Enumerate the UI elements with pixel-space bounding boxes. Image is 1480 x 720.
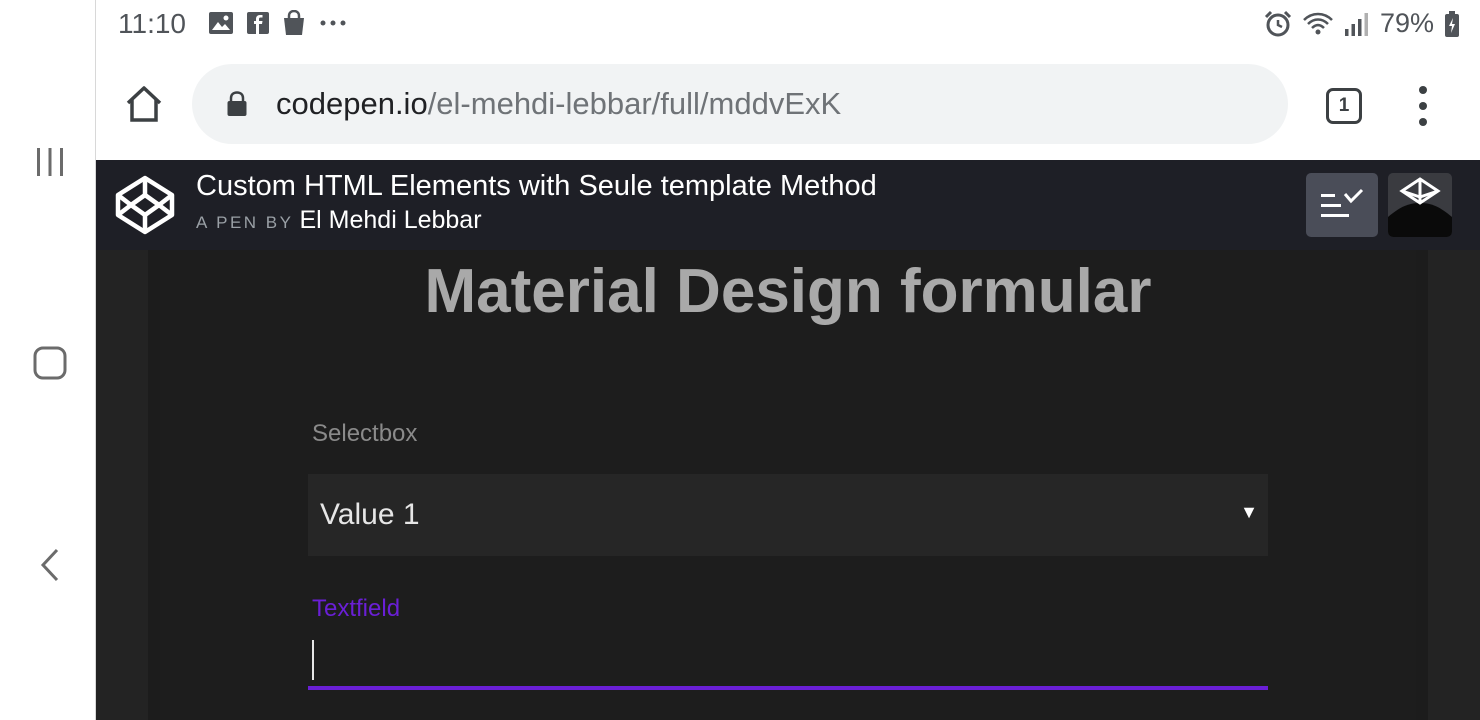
wifi-icon xyxy=(1303,12,1333,34)
pen-byline: A PEN BY El Mehdi Lebbar xyxy=(196,206,482,235)
alarm-icon xyxy=(1264,10,1292,36)
screen: 11:10 79% codepen.io/el-mehdi-lebbar/ful… xyxy=(0,0,1480,720)
battery-icon xyxy=(1445,10,1459,37)
selectbox-value: Value 1 xyxy=(320,498,420,531)
layout-list-icon xyxy=(1321,188,1364,217)
status-bar: 11:10 79% xyxy=(96,0,1480,50)
signal-icon xyxy=(1344,12,1368,36)
address-bar[interactable]: codepen.io/el-mehdi-lebbar/full/mddvExK xyxy=(192,64,1288,144)
back-button[interactable] xyxy=(30,545,70,585)
codepen-logo-icon[interactable] xyxy=(114,174,176,236)
url-path: /el-mehdi-lebbar/full/mddvExK xyxy=(427,86,842,121)
home-square-icon xyxy=(33,346,67,380)
text-cursor xyxy=(312,640,314,680)
pen-author-link[interactable]: El Mehdi Lebbar xyxy=(299,206,481,234)
pen-header: Custom HTML Elements with Seule template… xyxy=(96,160,1480,250)
selectbox-label: Selectbox xyxy=(312,420,418,447)
selectbox[interactable]: Value 1 ▼ xyxy=(308,474,1268,556)
home-nav-button[interactable] xyxy=(30,343,70,383)
page-container: Material Design formular Selectbox Value… xyxy=(148,250,1428,720)
pen-by-label: A PEN BY xyxy=(196,213,294,232)
browser-home-button[interactable] xyxy=(122,82,166,126)
more-notifications-icon xyxy=(320,20,346,26)
user-avatar[interactable] xyxy=(1388,173,1452,237)
home-icon xyxy=(126,86,162,122)
facebook-icon xyxy=(247,12,269,34)
shopping-bag-icon xyxy=(284,10,304,35)
avatar-image xyxy=(1388,173,1452,237)
recents-icon xyxy=(37,148,63,176)
back-chevron-icon xyxy=(40,548,59,582)
recents-button[interactable] xyxy=(30,142,70,182)
browser-toolbar: codepen.io/el-mehdi-lebbar/full/mddvExK … xyxy=(96,50,1480,160)
pen-preview: Material Design formular Selectbox Value… xyxy=(96,250,1480,720)
system-status-icons: 79% xyxy=(1264,8,1460,39)
page-title: Material Design formular xyxy=(424,257,1152,326)
form-area: Material Design formular Selectbox Value… xyxy=(160,250,1416,720)
kebab-menu-icon xyxy=(1419,86,1427,94)
lock-icon xyxy=(227,91,247,116)
browser-menu-button[interactable] xyxy=(1410,86,1436,126)
url-domain: codepen.io xyxy=(276,86,428,121)
textfield-label: Textfield xyxy=(312,595,401,622)
notification-icons xyxy=(208,10,348,36)
url-text: codepen.io/el-mehdi-lebbar/full/mddvExK xyxy=(276,86,841,122)
tab-count: 1 xyxy=(1338,95,1350,116)
change-view-button[interactable] xyxy=(1306,173,1378,237)
dropdown-arrow-icon: ▼ xyxy=(1240,502,1258,522)
gallery-icon xyxy=(209,12,233,34)
tab-switcher-button[interactable]: 1 xyxy=(1326,88,1362,124)
status-time: 11:10 xyxy=(118,8,186,39)
battery-percent: 79% xyxy=(1379,8,1434,38)
pen-title: Custom HTML Elements with Seule template… xyxy=(196,170,877,202)
textfield-input[interactable] xyxy=(308,632,1268,690)
android-nav-bar xyxy=(0,0,96,720)
